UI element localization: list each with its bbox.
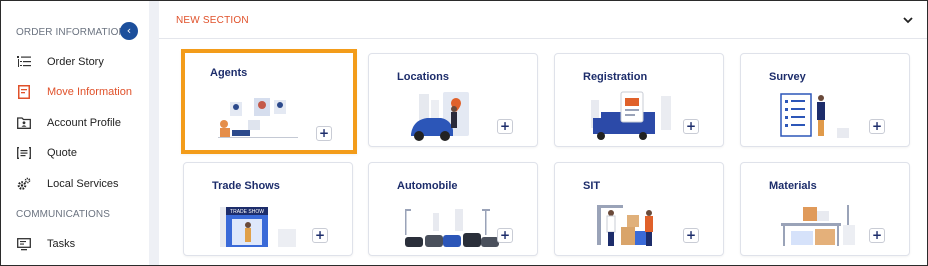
- chevron-down-icon[interactable]: [901, 13, 915, 27]
- agents-illustration: [218, 98, 298, 138]
- tasks-monitor-icon: [17, 237, 31, 251]
- card-title: Locations: [397, 71, 449, 83]
- sidebar-item-label: Tasks: [47, 238, 76, 250]
- add-locations-button[interactable]: +: [497, 119, 513, 134]
- card-registration[interactable]: Registration +: [554, 53, 724, 147]
- app-frame: ORDER INFORMATION ‹ Order Story Move Inf…: [0, 0, 928, 266]
- chevron-left-icon: ‹: [126, 24, 132, 37]
- sidebar-item-label: Quote: [47, 147, 77, 159]
- sidebar-item-tasks[interactable]: Tasks: [1, 232, 149, 256]
- section-communications: COMMUNICATIONS: [16, 209, 110, 220]
- materials-illustration: [781, 205, 855, 246]
- registration-illustration: [591, 91, 671, 140]
- survey-illustration: [780, 93, 849, 138]
- add-automobile-button[interactable]: +: [497, 228, 513, 243]
- quote-list-icon: [17, 146, 31, 160]
- trade-show-sign: TRADE SHOW: [230, 209, 264, 215]
- add-agents-button[interactable]: +: [316, 126, 332, 141]
- section-order-information: ORDER INFORMATION: [16, 27, 126, 38]
- add-registration-button[interactable]: +: [683, 119, 699, 134]
- card-trade-shows[interactable]: Trade Shows TRADE SHOW +: [183, 162, 353, 256]
- sidebar-item-local-services[interactable]: Local Services: [1, 172, 149, 196]
- gears-icon: [17, 177, 31, 191]
- locations-illustration: [411, 92, 469, 141]
- card-title: Registration: [583, 71, 648, 83]
- folder-person-icon: [17, 116, 31, 130]
- card-title: Survey: [769, 71, 806, 83]
- main-panel: NEW SECTION Agents + Locations + Registr…: [159, 1, 927, 265]
- add-survey-button[interactable]: +: [869, 119, 885, 134]
- sidebar-item-label: Move Information: [47, 86, 132, 98]
- section-header[interactable]: NEW SECTION: [159, 1, 927, 39]
- card-locations[interactable]: Locations +: [368, 53, 538, 147]
- card-title: Trade Shows: [212, 180, 280, 192]
- section-title: NEW SECTION: [176, 15, 249, 26]
- card-materials[interactable]: Materials +: [740, 162, 910, 256]
- card-agents[interactable]: Agents +: [181, 49, 357, 154]
- collapse-sidebar-button[interactable]: ‹: [120, 22, 138, 40]
- card-automobile[interactable]: Automobile +: [368, 162, 538, 256]
- sidebar: ORDER INFORMATION ‹ Order Story Move Inf…: [1, 1, 149, 265]
- add-trade-shows-button[interactable]: +: [312, 228, 328, 243]
- trade-shows-illustration: TRADE SHOW: [220, 207, 296, 247]
- add-sit-button[interactable]: +: [683, 228, 699, 243]
- sidebar-item-quote[interactable]: Quote: [1, 141, 149, 165]
- sit-illustration: [597, 205, 653, 246]
- card-survey[interactable]: Survey +: [740, 53, 910, 147]
- sidebar-item-order-story[interactable]: Order Story: [1, 50, 149, 74]
- sidebar-item-label: Order Story: [47, 56, 104, 68]
- card-title: Materials: [769, 180, 817, 192]
- card-title: Automobile: [397, 180, 458, 192]
- list-tree-icon: [17, 55, 31, 69]
- card-sit[interactable]: SIT +: [554, 162, 724, 256]
- content-gutter: [149, 1, 159, 265]
- card-title: SIT: [583, 180, 601, 192]
- add-materials-button[interactable]: +: [869, 228, 885, 243]
- document-icon: [17, 85, 31, 99]
- automobile-illustration: [405, 209, 499, 247]
- sidebar-item-account-profile[interactable]: Account Profile: [1, 111, 149, 135]
- sidebar-item-label: Local Services: [47, 178, 119, 190]
- sidebar-item-label: Account Profile: [47, 117, 121, 129]
- card-title: Agents: [210, 67, 248, 79]
- sidebar-item-move-information[interactable]: Move Information: [1, 80, 149, 104]
